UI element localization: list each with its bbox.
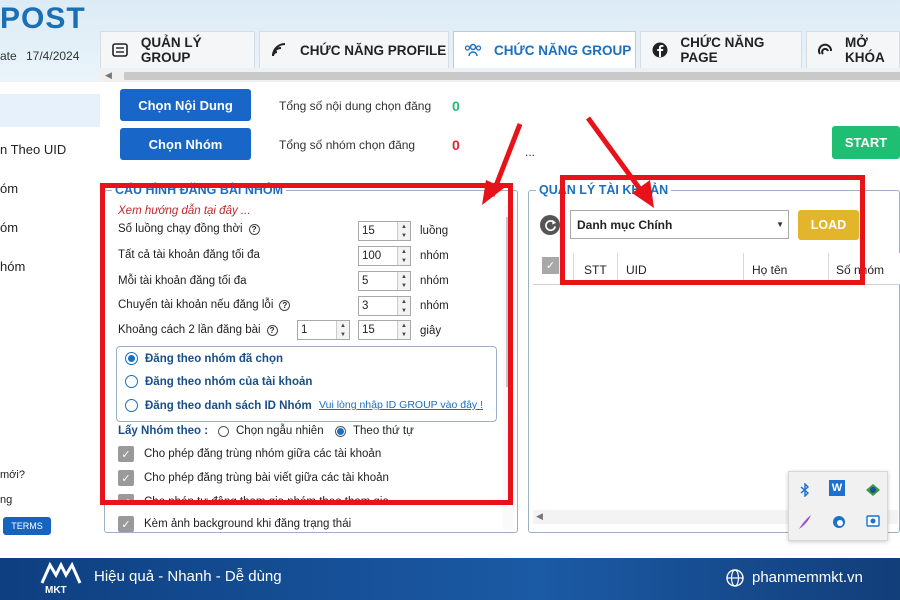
annotation-arrowhead-1 (482, 180, 504, 205)
annotation-arrows (482, 116, 654, 208)
footer-banner: MKT Hiệu quả - Nhanh - Dễ dùng phanmemmk… (0, 558, 900, 600)
footer-tagline: Hiệu quả - Nhanh - Dễ dùng (94, 568, 282, 585)
globe-icon (726, 569, 744, 590)
footer-website[interactable]: phanmemmkt.vn (752, 569, 863, 586)
mkt-logo-text: MKT (45, 585, 67, 596)
annotation-arrow-2 (585, 116, 648, 198)
